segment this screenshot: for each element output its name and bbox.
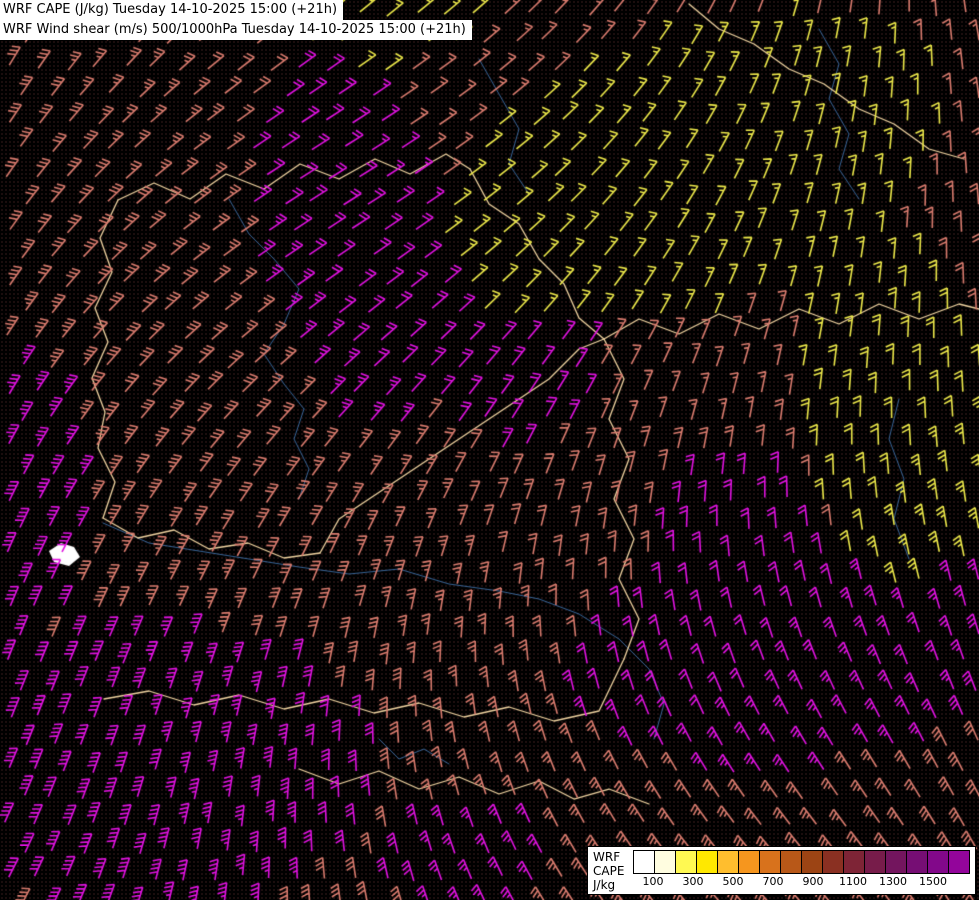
legend-color-cell (634, 851, 655, 873)
legend-color-cell (949, 851, 969, 873)
shear-title-line: WRF Wind shear (m/s) 500/1000hPa Tuesday… (0, 20, 472, 40)
legend-color-cell (844, 851, 865, 873)
legend-color-cell (718, 851, 739, 873)
legend-tick-label: 300 (683, 875, 704, 888)
legend-color-cell (928, 851, 949, 873)
legend-tick-label: 500 (723, 875, 744, 888)
legend-color-cell (676, 851, 697, 873)
weather-map-canvas (0, 0, 979, 900)
legend-tick-label: 1300 (879, 875, 907, 888)
legend-color-cell (886, 851, 907, 873)
legend-labels: WRF CAPE J/kg (593, 850, 627, 892)
legend-tick-label: 1100 (839, 875, 867, 888)
legend-tick-label: 1500 (919, 875, 947, 888)
legend-color-cell (697, 851, 718, 873)
legend-color-cell (655, 851, 676, 873)
map-title-overlay: WRF CAPE (J/kg) Tuesday 14-10-2025 15:00… (0, 0, 472, 40)
legend-tick-label: 700 (763, 875, 784, 888)
legend-param-label: CAPE (593, 864, 627, 878)
legend-units-label: J/kg (593, 878, 627, 892)
legend-color-cell (760, 851, 781, 873)
legend-color-cell (781, 851, 802, 873)
legend-tick-row: 100 300 500 700 900 1100 1300 1500 (633, 874, 955, 889)
legend-color-cell (865, 851, 886, 873)
legend-color-cell (802, 851, 823, 873)
legend-color-cell (739, 851, 760, 873)
cape-title-line: WRF CAPE (J/kg) Tuesday 14-10-2025 15:00… (0, 0, 343, 20)
legend-colorbar (633, 850, 970, 874)
legend-color-cell (907, 851, 928, 873)
legend-tick-label: 900 (803, 875, 824, 888)
cape-legend: WRF CAPE J/kg 100 300 500 700 900 1100 1300 150… (587, 846, 976, 895)
legend-model-label: WRF (593, 850, 627, 864)
legend-color-cell (823, 851, 844, 873)
wrf-weather-map-page: WRF CAPE (J/kg) Tuesday 14-10-2025 15:00… (0, 0, 979, 900)
legend-scale: 100 300 500 700 900 1100 1300 1500 (633, 850, 970, 889)
legend-tick-label: 100 (643, 875, 664, 888)
